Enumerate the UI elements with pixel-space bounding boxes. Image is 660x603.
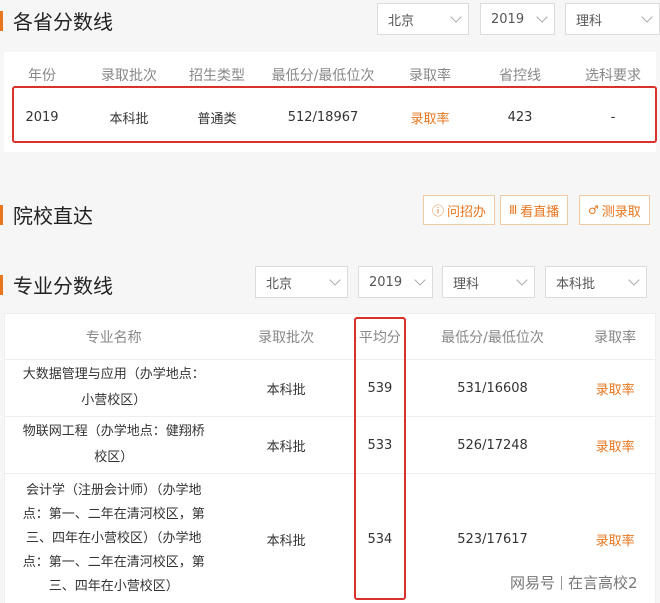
col-min: 最低分/最低位次 — [271, 68, 375, 84]
major-batch: 本科批 — [266, 439, 306, 455]
col-major-name: 专业名称 — [85, 329, 142, 346]
question-icon: ⓘ — [432, 203, 445, 218]
chevron-down-icon — [329, 274, 341, 286]
major-province-select[interactable]: 北京 — [255, 266, 348, 298]
col-major-batch: 录取批次 — [258, 329, 315, 346]
table-row: 物联网工程（办学地点：健翔桥校区） 本科批 533 526/17248 录取率 — [5, 417, 655, 474]
col-major-min: 最低分/最低位次 — [441, 329, 544, 346]
major-name: 物联网工程（办学地点：健翔桥校区） — [22, 424, 205, 465]
major-avg: 539 — [367, 380, 393, 396]
chevron-down-icon — [414, 274, 426, 286]
major-avg: 533 — [367, 437, 393, 453]
watch-live-label: 看直播 — [520, 204, 560, 220]
watch-live-button[interactable]: Ⅲ 看直播 — [500, 195, 569, 225]
major-title-text: 专业分数线 — [13, 274, 113, 298]
major-name: 大数据管理与应用（办学地点：小营校区） — [22, 367, 205, 408]
school-section-title: 院校直达 — [0, 200, 93, 229]
col-major-avg: 平均分 — [358, 329, 401, 346]
major-min: 531/16608 — [457, 380, 528, 396]
watermark-divider — [561, 575, 563, 590]
province-select[interactable]: 北京 — [377, 3, 469, 35]
province-section-title: 各省分数线 — [0, 6, 113, 35]
major-table-header: 专业名称 录取批次 平均分 最低分/最低位次 录取率 — [5, 314, 655, 360]
admission-rate-link[interactable]: 录取率 — [386, 100, 474, 134]
major-name: 会计学（注册会计师）（办学地点：第一、二年在清河校区，第三、四年在小营校区）（办… — [22, 483, 205, 594]
subject-select-value: 理科 — [576, 13, 603, 29]
watermark: 网易号 在言高校2 — [510, 572, 638, 593]
major-subject-value: 理科 — [453, 276, 480, 292]
chevron-down-icon — [516, 274, 528, 286]
table-row: 2019 本科批 普通类 512/18967 录取率 423 - — [0, 100, 660, 134]
row-min: 512/18967 — [287, 109, 359, 125]
major-year-select[interactable]: 2019 — [358, 266, 433, 298]
school-title-text: 院校直达 — [13, 204, 93, 228]
major-year-value: 2019 — [369, 274, 403, 290]
watermark-author: 在言高校2 — [568, 574, 638, 592]
major-score-table: 专业名称 录取批次 平均分 最低分/最低位次 录取率 大数据管理与应用（办学地点… — [4, 313, 656, 603]
title-accent-bar — [0, 274, 3, 295]
province-table-header: 年份 录取批次 招生类型 最低分/最低位次 录取率 省控线 选科要求 — [0, 62, 660, 88]
test-admission-label: 测录取 — [601, 204, 641, 220]
row-control: 423 — [507, 109, 533, 125]
major-province-value: 北京 — [266, 276, 293, 292]
major-min: 526/17248 — [457, 437, 528, 453]
ask-admissions-button[interactable]: ⓘ 问招办 — [423, 195, 496, 225]
major-batch-value: 本科批 — [556, 276, 596, 292]
province-select-value: 北京 — [388, 13, 415, 29]
major-batch: 本科批 — [266, 533, 306, 549]
province-title-text: 各省分数线 — [13, 10, 113, 34]
major-batch-select[interactable]: 本科批 — [545, 266, 647, 298]
year-select-value: 2019 — [491, 11, 525, 27]
major-batch: 本科批 — [266, 382, 306, 398]
subject-select[interactable]: 理科 — [565, 3, 660, 35]
chevron-down-icon — [536, 11, 548, 23]
major-subject-select[interactable]: 理科 — [442, 266, 535, 298]
col-rate: 录取率 — [409, 68, 451, 84]
table-row: 大数据管理与应用（办学地点：小营校区） 本科批 539 531/16608 录取… — [5, 360, 655, 417]
admission-rate-link[interactable]: 录取率 — [575, 417, 655, 473]
chevron-down-icon — [641, 11, 653, 23]
col-req: 选科要求 — [585, 68, 641, 84]
col-type: 招生类型 — [189, 68, 245, 84]
col-major-rate: 录取率 — [594, 329, 637, 346]
title-accent-bar — [0, 204, 3, 225]
major-section-title: 专业分数线 — [0, 270, 113, 299]
test-admission-button[interactable]: ♂ 测录取 — [579, 195, 650, 225]
col-year: 年份 — [28, 68, 56, 84]
col-batch: 录取批次 — [101, 68, 157, 84]
test-icon: ♂ — [588, 203, 599, 217]
col-control: 省控线 — [499, 68, 541, 84]
ask-admissions-label: 问招办 — [447, 204, 487, 220]
admission-rate-link[interactable]: 录取率 — [575, 360, 655, 416]
year-select[interactable]: 2019 — [480, 3, 555, 35]
live-icon: Ⅲ — [509, 203, 518, 217]
major-avg: 534 — [367, 531, 393, 547]
row-type: 普通类 — [197, 111, 237, 127]
chevron-down-icon — [450, 11, 462, 23]
row-batch: 本科批 — [109, 111, 149, 127]
watermark-source: 网易号 — [510, 574, 556, 592]
chevron-down-icon — [628, 274, 640, 286]
row-req: - — [610, 109, 616, 125]
title-accent-bar — [0, 10, 3, 31]
row-year: 2019 — [25, 109, 59, 125]
